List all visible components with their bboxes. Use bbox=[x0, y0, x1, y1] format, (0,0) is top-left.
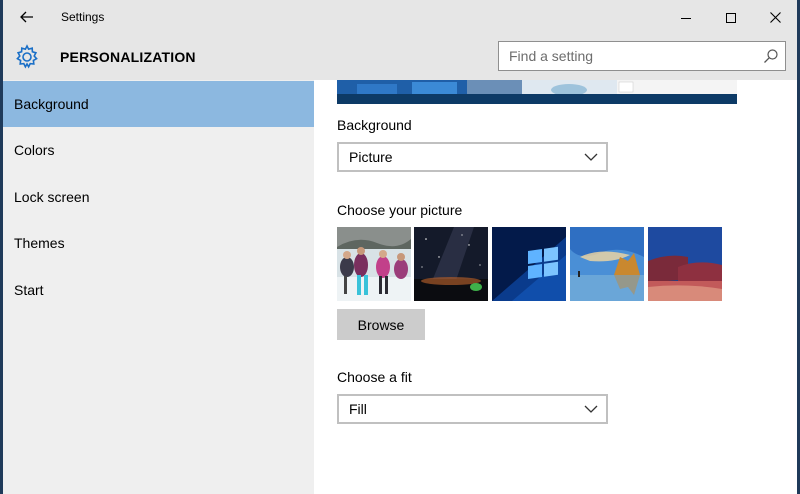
settings-window: Settings PERSONALIZATION Background bbox=[3, 0, 797, 494]
sidebar-item-start[interactable]: Start bbox=[3, 267, 314, 313]
thumbnail-windows-10[interactable] bbox=[492, 227, 566, 301]
back-button[interactable] bbox=[13, 4, 41, 30]
thumbnail-night-sky[interactable] bbox=[414, 227, 488, 301]
main-content: Background Picture Choose your picture B… bbox=[314, 80, 797, 494]
search-box[interactable] bbox=[498, 41, 786, 71]
choose-picture-label: Choose your picture bbox=[337, 202, 463, 218]
thumbnail-people-snow[interactable] bbox=[337, 227, 411, 301]
background-label: Background bbox=[337, 117, 412, 133]
app-header: PERSONALIZATION bbox=[3, 35, 797, 80]
background-dropdown-value: Picture bbox=[349, 149, 393, 165]
fit-dropdown[interactable]: Fill bbox=[337, 394, 608, 424]
maximize-icon bbox=[726, 12, 736, 23]
gear-icon bbox=[16, 44, 38, 69]
background-dropdown[interactable]: Picture bbox=[337, 142, 608, 172]
fit-dropdown-value: Fill bbox=[349, 401, 367, 417]
chevron-down-icon bbox=[584, 153, 598, 161]
back-arrow-icon bbox=[20, 11, 33, 23]
minimize-icon bbox=[681, 17, 691, 19]
close-icon bbox=[769, 12, 781, 23]
title-bar: Settings bbox=[3, 0, 797, 35]
thumbnail-beach-rocks[interactable] bbox=[570, 227, 644, 301]
background-preview bbox=[337, 80, 737, 104]
search-icon[interactable] bbox=[763, 48, 779, 64]
sidebar-item-lock-screen[interactable]: Lock screen bbox=[3, 174, 314, 220]
sidebar-item-background[interactable]: Background bbox=[3, 81, 314, 127]
close-button[interactable] bbox=[752, 0, 797, 35]
sidebar-item-themes[interactable]: Themes bbox=[3, 220, 314, 266]
sidebar-item-colors[interactable]: Colors bbox=[3, 127, 314, 173]
browse-button[interactable]: Browse bbox=[337, 309, 425, 340]
maximize-button[interactable] bbox=[708, 0, 754, 35]
sidebar: Background Colors Lock screen Themes Sta… bbox=[3, 80, 314, 494]
search-input[interactable] bbox=[499, 42, 757, 70]
choose-fit-label: Choose a fit bbox=[337, 369, 412, 385]
page-title: PERSONALIZATION bbox=[60, 49, 196, 65]
minimize-button[interactable] bbox=[663, 0, 709, 35]
window-title: Settings bbox=[61, 10, 105, 24]
chevron-down-icon bbox=[584, 405, 598, 413]
thumbnail-coastal-dusk[interactable] bbox=[648, 227, 722, 301]
